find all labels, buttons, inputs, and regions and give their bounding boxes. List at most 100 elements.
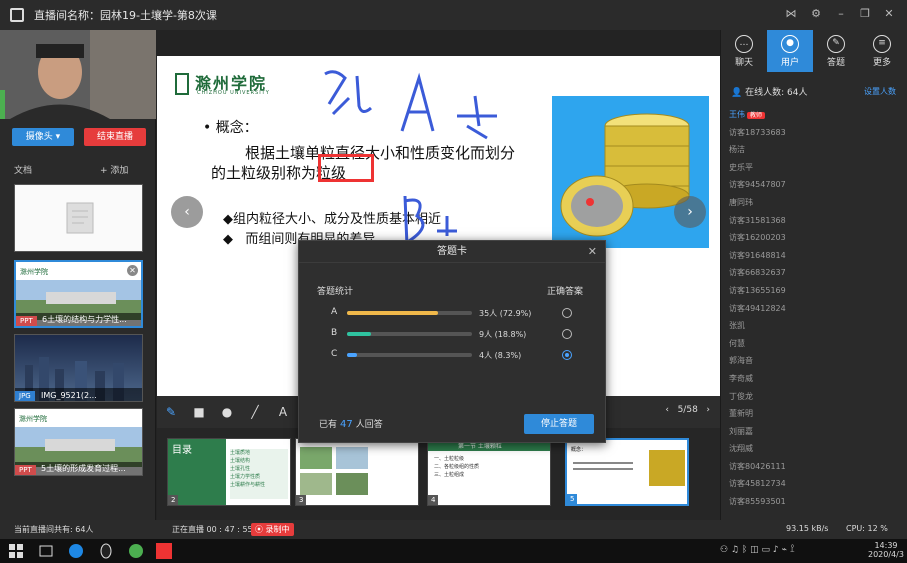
answered-suffix: 人回答 [355,420,383,430]
slide-thumb-4[interactable]: 第一节 土壤颗粒 一、土粒粒级 二、各粒级组的性质 三、土粒组成 4 [427,438,551,506]
svg-text:滁州学院: 滁州学院 [20,267,48,276]
user-name: 李奇威 [729,373,753,383]
user-item[interactable]: 访客45812734 [729,475,899,493]
user-name: 访客85593501 [729,497,786,507]
slide-preview [296,439,418,505]
tab-label: 用户 [780,58,799,68]
video-frame [0,30,156,119]
live-app-icon[interactable] [156,543,172,559]
correct-answer-radio[interactable] [562,329,572,339]
user-item[interactable]: 访客18733683 [729,124,899,142]
user-name: 唐同玮 [729,197,753,207]
user-item[interactable]: 王伟 教师 [729,106,899,124]
user-item[interactable]: 李奇威 [729,370,899,388]
doc-thumb-2[interactable]: JPG IMG_9521(2... [14,334,143,402]
user-name: 访客80426111 [729,461,786,471]
bandwidth: 93.15 kB/s [786,524,829,533]
pen-icon: ✎ [827,35,845,53]
user-item[interactable]: 访客16200203 [729,229,899,247]
option-label: C [331,349,338,359]
tray-icons[interactable]: ⚇ ♫ ᛒ ◫ ▭ ♪ ⌁ ⟟ [720,545,795,555]
clock[interactable]: 14:39 2020/4/3 [868,541,904,559]
qq-icon[interactable] [98,543,114,559]
online-label: 在线人数: 64人 [745,88,808,98]
user-item[interactable]: 访客94547807 [729,176,899,194]
user-item[interactable]: 杨洁 [729,141,899,159]
share-icon[interactable]: ⋈ [783,7,799,20]
left-panel: 摄像头 ▾ 结束直播 文档 + 添加 滁州学院 PPT 6土壤的结构与力学性..… [0,30,156,520]
title-bar: 直播间名称：园林19-土壤学-第8次课 ⋈ ⚙ – ❐ ✕ [0,0,907,30]
set-count-link[interactable]: 设置人数 [864,86,896,97]
user-item[interactable]: 郭海音 [729,352,899,370]
option-bar-fill [347,332,371,336]
correct-answer-label: 正确答案 [547,287,584,297]
dialog-title: 答题卡 [299,241,605,263]
circle-icon[interactable]: ● [213,405,241,419]
doc-thumb-blank[interactable] [14,184,143,252]
doc-type-badge: JPG [15,391,35,401]
user-item[interactable]: 访客66832637 [729,264,899,282]
minimize-icon[interactable]: – [833,7,849,20]
docs-label: 文档 [14,166,33,176]
windows-start-icon[interactable] [8,543,24,559]
user-item[interactable]: 何慧 [729,335,899,353]
slide-thumb-2[interactable]: 目录 土壤质地 土壤结构 土壤孔性 土壤力学性质 土壤耕作与耕性 2 [167,438,291,506]
rectangle-icon[interactable]: ■ [185,405,213,419]
task-view-icon[interactable] [38,543,54,559]
user-item[interactable]: 唐同玮 [729,194,899,212]
correct-answer-radio[interactable] [562,350,572,360]
user-item[interactable]: 董新明 [729,405,899,423]
tab-users[interactable]: ● 用户 [767,30,813,72]
option-label: B [331,328,338,338]
close-icon[interactable]: ✕ [588,245,597,258]
doc-name: IMG_9521(2... [41,391,97,400]
user-item[interactable]: 访客49412824 [729,300,899,318]
pen-icon[interactable]: ✎ [157,405,185,419]
svg-text:目录: 目录 [172,444,192,456]
add-doc-button[interactable]: + 添加 [100,163,128,176]
user-item[interactable]: 沈翔威 [729,440,899,458]
tab-chat[interactable]: … 聊天 [721,30,767,72]
user-name: 董新明 [729,409,753,419]
user-item[interactable]: 张凯 [729,317,899,335]
user-item[interactable]: 史乐平 [729,159,899,177]
prev-page-icon[interactable]: ‹ [665,405,669,415]
user-name: 杨洁 [729,145,745,155]
slide-line: 二、各粒级组的性质 [434,464,480,470]
user-item[interactable]: 访客80426111 [729,458,899,476]
slide-thumb-3[interactable]: 3 [295,438,419,506]
user-item[interactable]: 访客13655169 [729,282,899,300]
tab-quiz[interactable]: ✎ 答题 [813,30,859,72]
option-bar [347,332,472,336]
doc-thumb-1[interactable]: 滁州学院 PPT 6土壤的结构与力学性... ✕ [14,260,143,328]
tab-label: 聊天 [734,58,753,68]
clock-date: 2020/4/3 [868,550,904,559]
text-icon[interactable]: A [269,405,297,419]
user-item[interactable]: 刘丽嘉 [729,423,899,441]
option-bar [347,311,472,315]
tab-more[interactable]: ≡ 更多 [859,30,905,72]
user-item[interactable]: 访客91648814 [729,247,899,265]
user-item[interactable]: 访客31581368 [729,212,899,230]
gear-icon[interactable]: ⚙ [808,7,824,20]
slide-line: 三、土粒组成 [434,472,465,478]
next-page-icon[interactable]: › [706,405,710,415]
slide-thumb-5[interactable]: 概念： 5 [565,438,689,506]
doc-thumb-3[interactable]: 滁州学院 PPT 5土壤的形成发育过程... [14,408,143,476]
camera-button[interactable]: 摄像头 ▾ [12,128,74,146]
user-item[interactable]: 丁俊龙 [729,388,899,406]
line-icon[interactable]: ╱ [241,405,269,419]
correct-answer-radio[interactable] [562,308,572,318]
teacher-video [0,30,156,119]
restore-icon[interactable]: ❐ [857,7,873,20]
stop-quiz-button[interactable]: 停止答题 [524,414,594,434]
user-list: 王伟 教师 访客18733683 杨洁史乐平 访客94547807 唐同玮访客315813… [729,106,899,511]
close-icon[interactable]: ✕ [881,7,897,20]
app-green-icon[interactable] [128,543,144,559]
edge-icon[interactable] [68,543,84,559]
close-icon[interactable]: ✕ [127,265,138,276]
answered-count: 已有 47 人回答 [319,417,383,430]
user-item[interactable]: 访客85593501 [729,493,899,511]
tab-label: 答题 [826,58,845,68]
end-live-button[interactable]: 结束直播 [84,128,146,146]
